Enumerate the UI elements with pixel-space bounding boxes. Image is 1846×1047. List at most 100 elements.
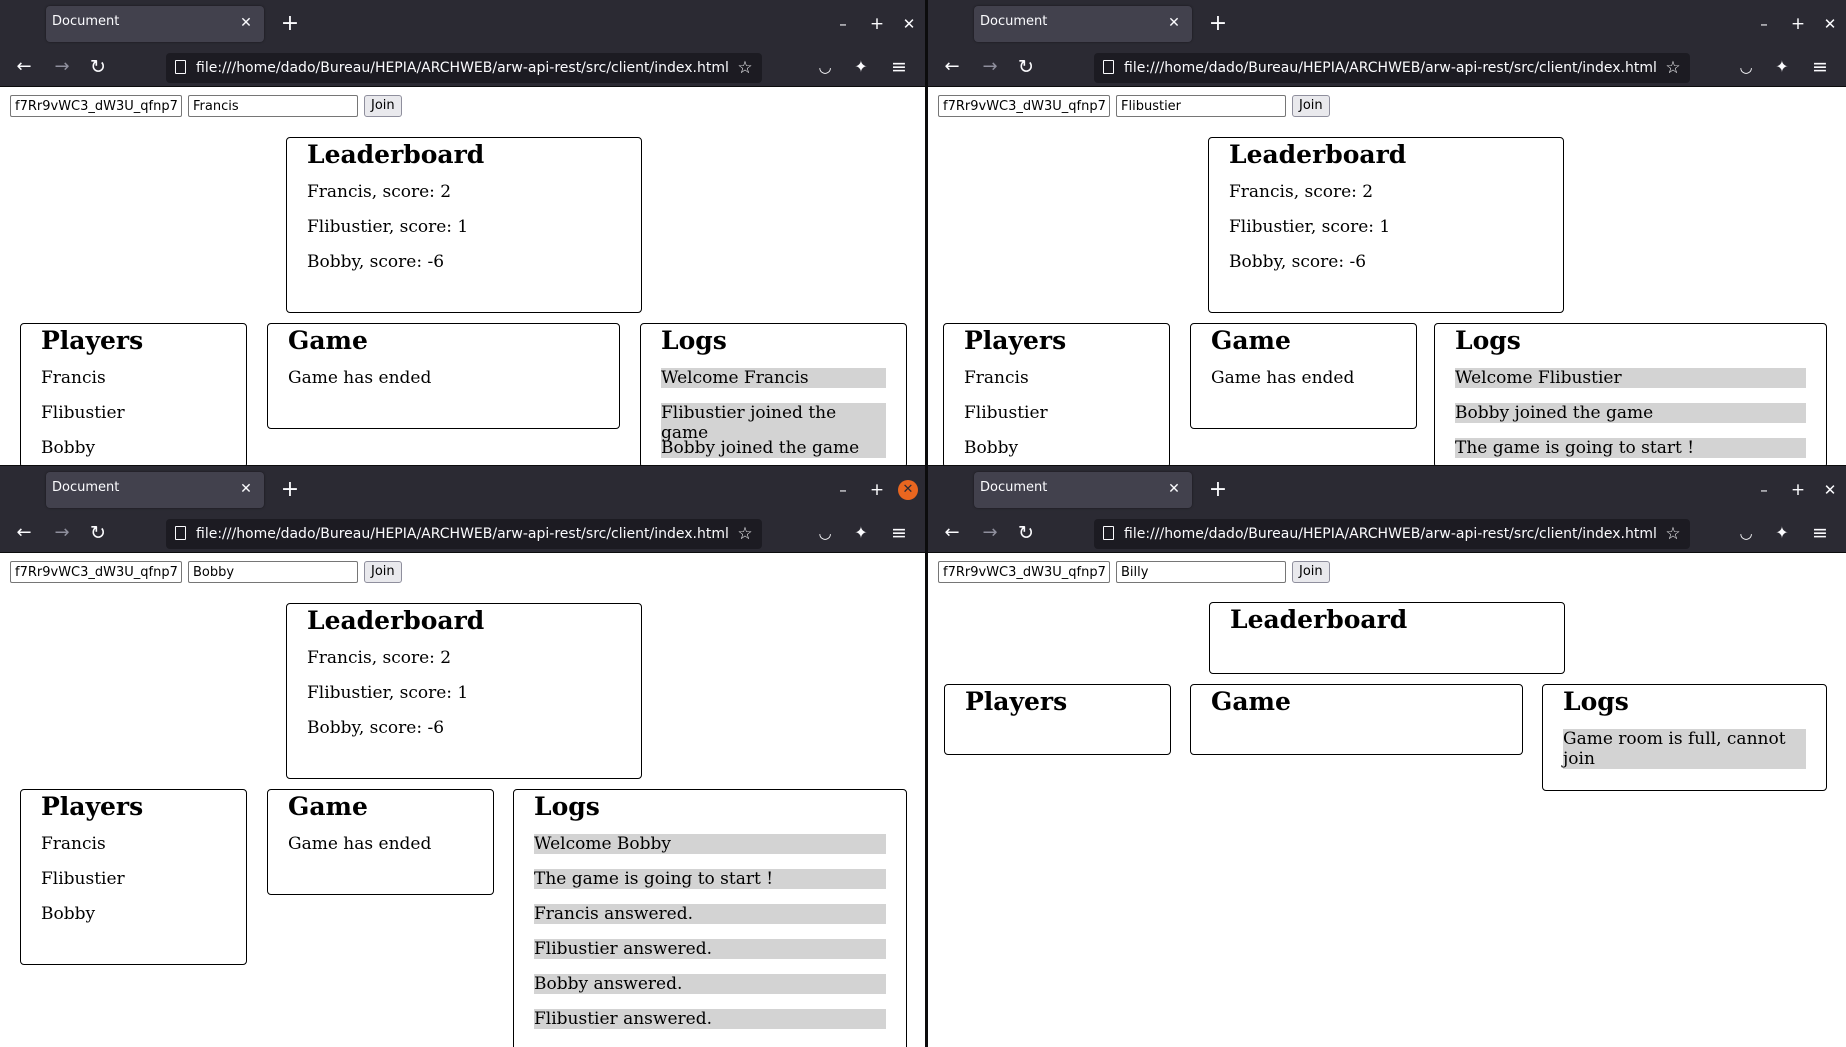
close-tab-icon[interactable]: ✕ [1164, 479, 1184, 499]
back-arrow-icon[interactable]: ← [940, 521, 964, 545]
close-window-icon[interactable]: ✕ [897, 12, 921, 36]
players-list: Francis Flibustier Bobby [41, 368, 226, 467]
close-window-icon[interactable]: ✕ [898, 480, 918, 500]
maximize-icon[interactable]: + [1786, 478, 1810, 502]
new-tab-icon[interactable]: + [278, 12, 302, 36]
extension-icon[interactable]: ✦ [1770, 55, 1794, 79]
url-bar[interactable]: file:///home/dado/Bureau/HEPIA/ARCHWEB/a… [1094, 53, 1690, 83]
join-button[interactable]: Join [364, 561, 402, 583]
url-text[interactable]: file:///home/dado/Bureau/HEPIA/ARCHWEB/a… [196, 60, 729, 76]
maximize-icon[interactable]: + [865, 12, 889, 36]
extension-icon[interactable]: ✦ [849, 55, 873, 79]
forward-arrow-icon[interactable]: → [978, 521, 1002, 545]
close-window-icon[interactable]: ✕ [1818, 12, 1842, 36]
page-content: Join Leaderboard Francis, score: 2 Flibusti… [0, 87, 925, 467]
game-id-input[interactable] [938, 561, 1110, 583]
player-name-input[interactable] [188, 95, 358, 117]
url-text[interactable]: file:///home/dado/Bureau/HEPIA/ARCHWEB/a… [1124, 60, 1657, 76]
star-icon[interactable]: ☆ [734, 57, 756, 79]
forward-arrow-icon[interactable]: → [50, 521, 74, 545]
vertical-divider [925, 0, 928, 1047]
players-title: Players [41, 792, 144, 821]
join-button[interactable]: Join [364, 95, 402, 117]
hamburger-menu-icon[interactable]: ≡ [887, 521, 911, 545]
browser-tab[interactable]: Document ✕ [974, 472, 1192, 508]
minimize-icon[interactable]: – [1752, 12, 1776, 36]
url-text[interactable]: file:///home/dado/Bureau/HEPIA/ARCHWEB/a… [1124, 526, 1657, 542]
new-tab-icon[interactable]: + [1206, 478, 1230, 502]
tab-title: Document [52, 480, 120, 495]
players-title: Players [965, 687, 1068, 716]
game-title: Game [1211, 326, 1291, 355]
close-tab-icon[interactable]: ✕ [236, 13, 256, 33]
close-tab-icon[interactable]: ✕ [236, 479, 256, 499]
player-name-input[interactable] [1116, 561, 1286, 583]
player-name-input[interactable] [188, 561, 358, 583]
reload-icon[interactable]: ↻ [86, 521, 110, 545]
new-tab-icon[interactable]: + [278, 478, 302, 502]
tab-bar: Document ✕ + – + ✕ [928, 0, 1846, 48]
join-button[interactable]: Join [1292, 95, 1330, 117]
leaderboard-panel: Leaderboard [1209, 602, 1565, 674]
hamburger-menu-icon[interactable]: ≡ [1808, 55, 1832, 79]
browser-tab[interactable]: Document ✕ [46, 472, 264, 508]
reload-icon[interactable]: ↻ [1014, 521, 1038, 545]
tab-title: Document [980, 480, 1048, 495]
game-id-input[interactable] [10, 561, 182, 583]
maximize-icon[interactable]: + [1786, 12, 1810, 36]
leaderboard-title: Leaderboard [1230, 605, 1408, 634]
url-text[interactable]: file:///home/dado/Bureau/HEPIA/ARCHWEB/a… [196, 526, 729, 542]
page-icon [175, 60, 186, 74]
browser-window: Document ✕ + – + ✕ ← → ↻ file:///home/dado/Bureau… [928, 466, 1846, 1047]
back-arrow-icon[interactable]: ← [12, 55, 36, 79]
log-entry: Flibustier joined the game [661, 403, 886, 443]
minimize-icon[interactable]: – [831, 478, 855, 502]
players-panel: Players Francis Flibustier Bobby [20, 323, 247, 467]
hamburger-menu-icon[interactable]: ≡ [887, 55, 911, 79]
url-bar[interactable]: file:///home/dado/Bureau/HEPIA/ARCHWEB/a… [166, 519, 762, 549]
extension-icon[interactable]: ✦ [1770, 521, 1794, 545]
back-arrow-icon[interactable]: ← [940, 55, 964, 79]
pocket-icon[interactable]: ◡ [813, 521, 837, 545]
minimize-icon[interactable]: – [831, 12, 855, 36]
player-name-input[interactable] [1116, 95, 1286, 117]
join-button[interactable]: Join [1292, 561, 1330, 583]
close-window-icon[interactable]: ✕ [1818, 478, 1842, 502]
url-bar[interactable]: file:///home/dado/Bureau/HEPIA/ARCHWEB/a… [166, 53, 762, 83]
leaderboard-entry: Flibustier, score: 1 [307, 217, 469, 237]
page-icon [1103, 60, 1114, 74]
maximize-icon[interactable]: + [865, 478, 889, 502]
leaderboard-panel: Leaderboard Francis, score: 2 Flibustier, … [286, 137, 642, 313]
leaderboard-entry: Flibustier, score: 1 [307, 683, 469, 703]
close-tab-icon[interactable]: ✕ [1164, 13, 1184, 33]
page-icon [175, 526, 186, 540]
browser-tab[interactable]: Document ✕ [974, 6, 1192, 42]
game-id-input[interactable] [10, 95, 182, 117]
browser-tab[interactable]: Document ✕ [46, 6, 264, 42]
star-icon[interactable]: ☆ [734, 523, 756, 545]
hamburger-menu-icon[interactable]: ≡ [1808, 521, 1832, 545]
pocket-icon[interactable]: ◡ [1734, 55, 1758, 79]
reload-icon[interactable]: ↻ [1014, 55, 1038, 79]
forward-arrow-icon[interactable]: → [978, 55, 1002, 79]
star-icon[interactable]: ☆ [1662, 523, 1684, 545]
reload-icon[interactable]: ↻ [86, 55, 110, 79]
game-id-input[interactable] [938, 95, 1110, 117]
url-bar[interactable]: file:///home/dado/Bureau/HEPIA/ARCHWEB/a… [1094, 519, 1690, 549]
pocket-icon[interactable]: ◡ [813, 55, 837, 79]
logs-list: Welcome Francis Flibustier joined the gam… [661, 368, 886, 467]
leaderboard-entry: Francis, score: 2 [1229, 182, 1374, 202]
extension-icon[interactable]: ✦ [849, 521, 873, 545]
players-title: Players [964, 326, 1067, 355]
horizontal-divider [0, 465, 1846, 466]
log-entry-text: Bobby joined the game [1455, 403, 1806, 423]
player-name: Francis [964, 368, 1029, 388]
new-tab-icon[interactable]: + [1206, 12, 1230, 36]
logs-title: Logs [661, 326, 727, 355]
forward-arrow-icon[interactable]: → [50, 55, 74, 79]
game-status: Game has ended [288, 834, 432, 854]
back-arrow-icon[interactable]: ← [12, 521, 36, 545]
minimize-icon[interactable]: – [1752, 478, 1776, 502]
star-icon[interactable]: ☆ [1662, 57, 1684, 79]
pocket-icon[interactable]: ◡ [1734, 521, 1758, 545]
